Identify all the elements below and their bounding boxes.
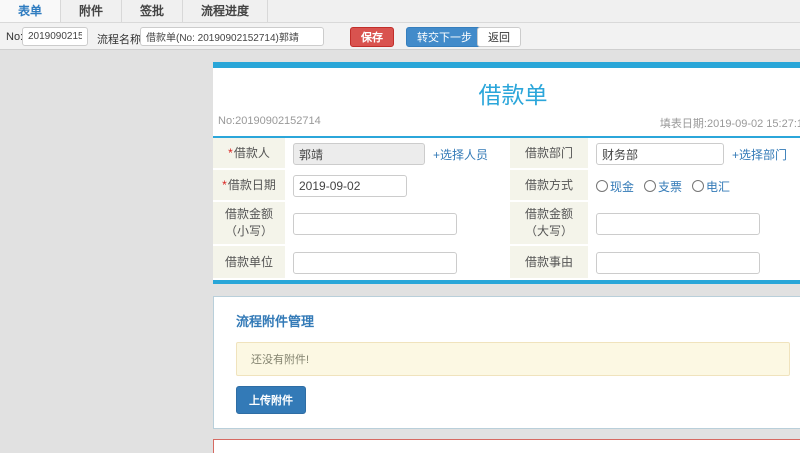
unit-input[interactable] <box>293 252 457 274</box>
department-label: 借款部门 <box>510 138 588 170</box>
loan-date-label: *借款日期 <box>213 170 285 202</box>
amount-big-input[interactable] <box>596 213 760 235</box>
process-name-input[interactable] <box>140 27 324 46</box>
reason-input[interactable] <box>596 252 760 274</box>
method-label: 借款方式 <box>510 170 588 202</box>
tab-process-progress[interactable]: 流程进度 <box>183 0 269 22</box>
form-table: *借款人 +选择人员 借款部门 +选择部门 *借款日期 借款方式 现金 <box>213 138 800 280</box>
form-title: 借款单 <box>478 82 548 108</box>
select-department-link[interactable]: +选择部门 <box>732 146 787 163</box>
next-step-button[interactable]: 转交下一步 <box>406 27 483 47</box>
attachments-heading: 流程附件管理 <box>236 314 315 329</box>
accent-bar-bottom <box>213 280 800 284</box>
amount-small-label: 借款金额（小写） <box>213 202 285 246</box>
form-meta: No:20190902152714 填表日期:2019-09-02 15:27:… <box>213 112 800 138</box>
loan-form-card: 借款单 No:20190902152714 填表日期:2019-09-02 15… <box>213 62 800 284</box>
toolbar: No: 流程名称: 保存 转交下一步 返回 <box>0 23 800 50</box>
no-attachments-alert: 还没有附件! <box>236 342 790 376</box>
payment-method-radios: 现金 支票 电汇 <box>596 178 730 195</box>
tab-form[interactable]: 表单 <box>0 0 62 22</box>
upload-attachment-button[interactable]: 上传附件 <box>236 386 306 414</box>
no-label: No: <box>6 31 24 43</box>
process-name-label: 流程名称: <box>97 34 145 46</box>
radio-cheque[interactable]: 支票 <box>644 178 682 195</box>
no-input[interactable] <box>22 27 88 46</box>
select-person-link[interactable]: +选择人员 <box>433 146 488 163</box>
amount-big-label: 借款金额（大写） <box>510 202 588 246</box>
tab-bar: 表单 附件 签批 流程进度 <box>0 0 800 23</box>
department-input[interactable] <box>596 143 724 165</box>
form-no-text: No:20190902152714 <box>218 115 321 127</box>
tab-approval[interactable]: 签批 <box>122 0 184 22</box>
borrower-label: *借款人 <box>213 138 285 170</box>
tab-attachments[interactable]: 附件 <box>61 0 123 22</box>
back-button[interactable]: 返回 <box>477 27 521 47</box>
radio-cash[interactable]: 现金 <box>596 178 634 195</box>
loan-date-input[interactable] <box>293 175 407 197</box>
reason-label: 借款事由 <box>510 246 588 280</box>
borrower-input[interactable] <box>293 143 425 165</box>
save-button[interactable]: 保存 <box>350 27 394 47</box>
amount-small-input[interactable] <box>293 213 457 235</box>
approval-card: 流程签批意见 B I abc ✎ <box>213 439 800 453</box>
form-date-text: 填表日期:2019-09-02 15:27:1 <box>659 118 800 130</box>
unit-label: 借款单位 <box>213 246 285 280</box>
attachments-card: 流程附件管理 还没有附件! 上传附件 <box>213 296 800 429</box>
radio-wire[interactable]: 电汇 <box>692 178 730 195</box>
main-panel: 借款单 No:20190902152714 填表日期:2019-09-02 15… <box>213 62 800 453</box>
